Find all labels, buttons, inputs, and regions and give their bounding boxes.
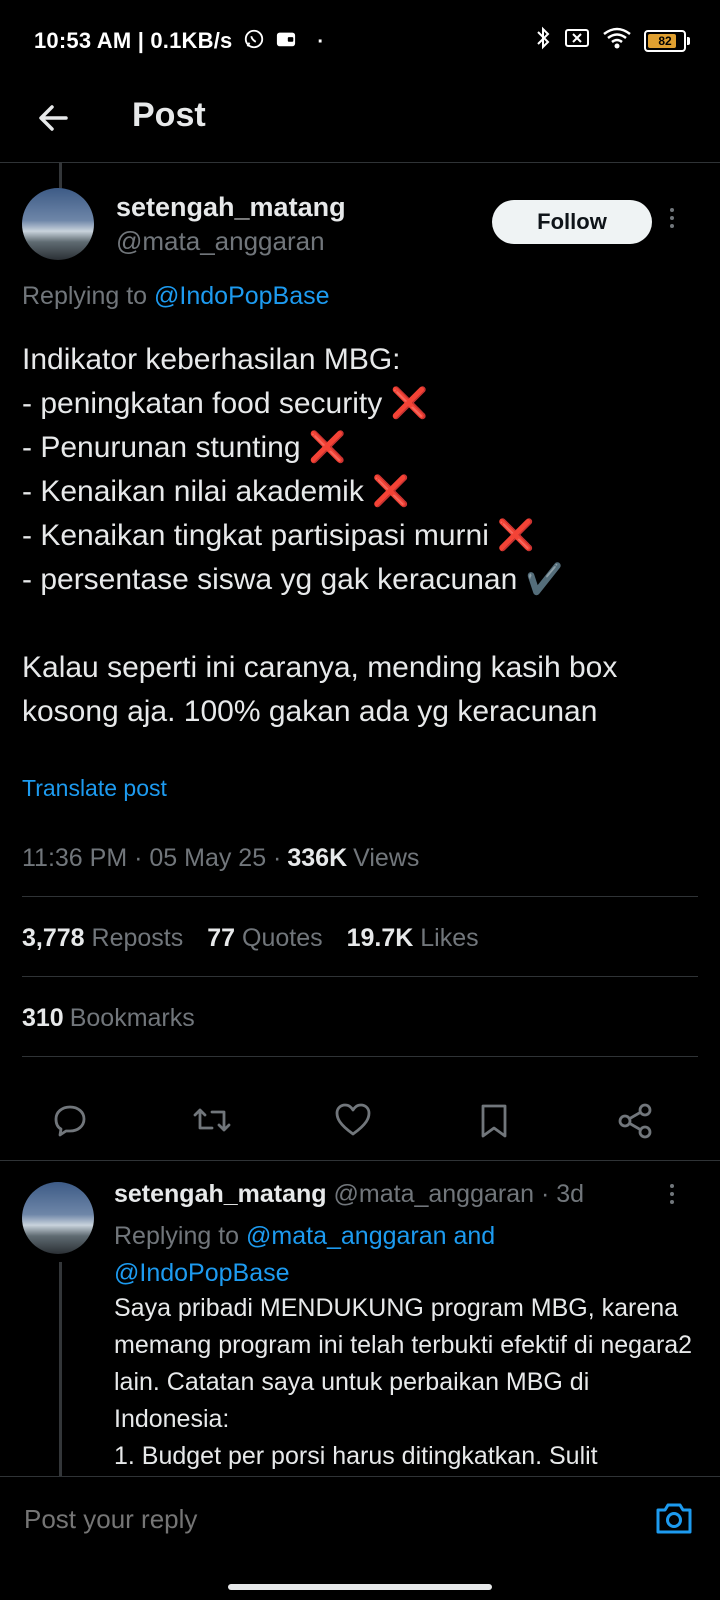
likes-label: Likes — [420, 924, 479, 952]
likes-count: 19.7K — [346, 924, 414, 952]
repost-icon[interactable] — [192, 1102, 232, 1142]
wifi-icon — [602, 26, 632, 55]
author-handle[interactable]: @mata_anggaran — [116, 226, 325, 257]
likes-stat[interactable]: 19.7K Likes — [347, 924, 479, 953]
author-display-name[interactable]: setengah_matang — [116, 192, 346, 223]
reply-replying-link-2[interactable]: @IndoPopBase — [114, 1259, 290, 1287]
bookmarks-stat[interactable]: 310 Bookmarks — [22, 1004, 195, 1033]
page-title: Post — [132, 96, 206, 134]
reply-avatar[interactable] — [22, 1182, 94, 1254]
no-sim-icon — [564, 27, 590, 54]
reply-thread-line — [59, 1262, 62, 1480]
views-label: Views — [353, 844, 420, 872]
more-options-icon[interactable] — [668, 208, 676, 228]
reposts-count: 3,778 — [22, 924, 85, 952]
status-bar: 10:53 AM | 0.1KB/s · 82 — [0, 0, 720, 80]
replying-to-line: Replying to @IndoPopBase — [22, 282, 330, 311]
reposts-label: Reposts — [91, 924, 184, 952]
bookmarks-count: 310 — [22, 1004, 64, 1032]
replying-to-prefix: Replying to — [22, 282, 148, 310]
status-time-speed: 10:53 AM | 0.1KB/s — [34, 28, 233, 53]
reply-author-handle[interactable]: @mata_anggaran — [334, 1180, 535, 1208]
camera-icon[interactable] — [654, 1499, 694, 1542]
status-icons: 82 — [534, 26, 690, 55]
reposts-stat[interactable]: 3,778 Reposts — [22, 924, 183, 953]
bookmarks-label: Bookmarks — [69, 1004, 195, 1032]
translate-post-link[interactable]: Translate post — [22, 775, 167, 802]
post-meta: 11:36 PM · 05 May 25 · 336K Views — [22, 844, 419, 873]
avatar[interactable] — [22, 188, 94, 260]
reply-icon[interactable] — [52, 1102, 92, 1142]
reply-input[interactable] — [22, 1503, 586, 1536]
divider — [22, 1056, 698, 1057]
replying-to-link[interactable]: @IndoPopBase — [154, 282, 330, 310]
gesture-home-indicator[interactable] — [228, 1584, 492, 1590]
wallet-icon — [275, 29, 297, 55]
reply-time: · 3d — [540, 1180, 585, 1208]
reply-more-options-icon[interactable] — [668, 1184, 676, 1204]
follow-button[interactable]: Follow — [492, 200, 652, 244]
divider — [22, 976, 698, 977]
engagement-stats: 3,778 Reposts 77 Quotes 19.7K Likes — [22, 924, 479, 953]
share-icon[interactable] — [616, 1102, 656, 1142]
post-action-bar — [0, 1088, 720, 1158]
post-timestamp: 11:36 PM · 05 May 25 · — [22, 844, 282, 872]
whatsapp-icon — [243, 28, 265, 56]
views-count: 336K — [287, 844, 348, 872]
dot-icon: · — [317, 30, 325, 53]
reply-composer — [0, 1476, 720, 1565]
quotes-label: Quotes — [242, 924, 323, 952]
battery-icon: 82 — [644, 29, 690, 52]
reply-header: setengah_matang @mata_anggaran · 3d — [114, 1180, 584, 1209]
bluetooth-icon — [534, 26, 552, 55]
arrow-left-icon[interactable] — [34, 98, 74, 138]
reply-author-name[interactable]: setengah_matang — [114, 1180, 327, 1208]
quotes-count: 77 — [207, 924, 236, 952]
battery-level: 82 — [658, 33, 672, 48]
quotes-stat[interactable]: 77 Quotes — [207, 924, 322, 953]
section-divider — [0, 1160, 720, 1161]
top-app-bar: Post — [0, 80, 720, 163]
reply-replying-link-1[interactable]: @mata_anggaran and — [246, 1222, 495, 1250]
reply-body: Saya pribadi MENDUKUNG program MBG, kare… — [114, 1294, 693, 1470]
bookmark-icon[interactable] — [478, 1102, 518, 1142]
thread-connector-line — [59, 162, 62, 188]
reply-replying-prefix: Replying to — [114, 1222, 240, 1250]
reply-replying-to: Replying to @mata_anggaran and @IndoPopB… — [114, 1218, 704, 1292]
divider — [22, 896, 698, 897]
status-bar-text: 10:53 AM | 0.1KB/s · — [34, 28, 324, 56]
post-body: Indikator keberhasilan MBG: - peningkata… — [22, 343, 618, 728]
heart-icon[interactable] — [334, 1102, 374, 1142]
